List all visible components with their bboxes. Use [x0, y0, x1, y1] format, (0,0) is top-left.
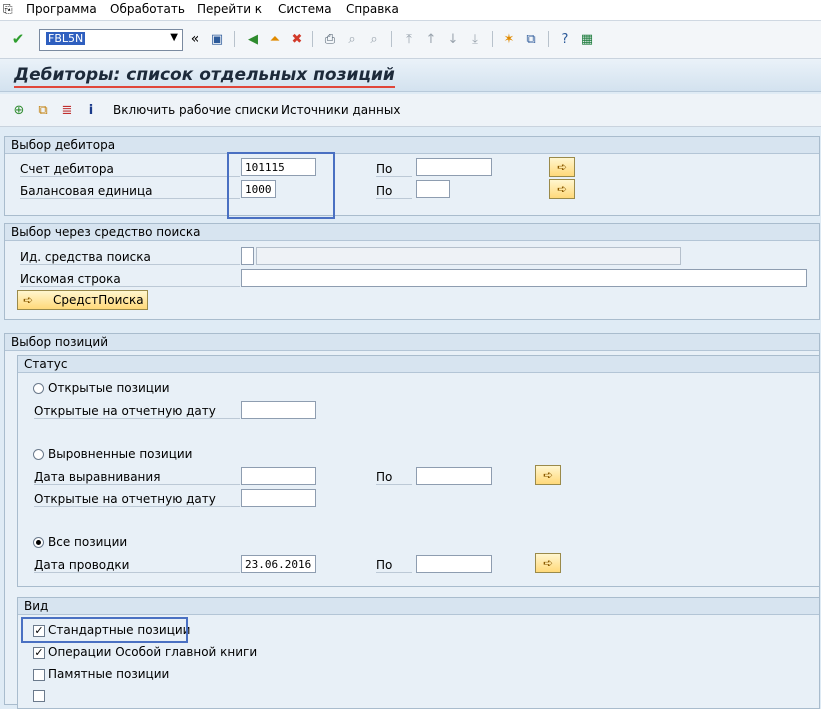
all-items-label: Все позиции [48, 535, 128, 549]
noted-items-label: Памятные позиции [48, 667, 170, 681]
to-label: По [376, 162, 412, 177]
group-header: Выбор позиций [5, 334, 819, 351]
enter-check-icon[interactable]: ✔ [9, 30, 27, 48]
search-help-button[interactable]: ➪ СредстПоиска [17, 290, 148, 310]
multiple-selection-button[interactable]: ➪ [535, 553, 561, 573]
help-icon[interactable]: ? [556, 30, 574, 48]
clearing-date-input[interactable] [241, 467, 316, 485]
multiple-selection-button[interactable]: ➪ [535, 465, 561, 485]
parked-items-checkbox[interactable] [33, 690, 45, 702]
save-icon[interactable]: ▣ [208, 30, 226, 48]
noted-items-checkbox[interactable] [33, 669, 45, 681]
selection-options-icon[interactable]: ≣ [58, 101, 76, 119]
group-header: Выбор через средство поиска [5, 224, 819, 241]
open-at-key-date-label: Открытые на отчетную дату [34, 404, 240, 419]
group-header: Выбор дебитора [5, 137, 819, 154]
system-menu-icon[interactable]: ⎘ [3, 2, 13, 17]
cleared-items-radio[interactable] [33, 449, 44, 460]
clearing-date-label: Дата выравнивания [34, 470, 240, 485]
command-field[interactable]: FBL5N ▼ [39, 29, 183, 51]
layout-menu-icon[interactable]: ▦ [578, 30, 596, 48]
print-icon[interactable]: ⎙ [321, 30, 339, 48]
previous-page-icon[interactable]: ↑ [422, 30, 440, 48]
company-code-label: Балансовая единица [20, 184, 240, 199]
menu-program[interactable]: Программа [26, 2, 97, 16]
toolbar-separator [234, 31, 235, 47]
toolbar-separator [548, 31, 549, 47]
back-icon[interactable]: ◀ [244, 30, 262, 48]
next-page-icon[interactable]: ↓ [444, 30, 462, 48]
to-label: По [376, 558, 412, 573]
all-items-radio[interactable] [33, 537, 44, 548]
group-header: Статус [18, 356, 819, 373]
chevron-down-icon[interactable]: ▼ [170, 32, 178, 43]
to-label: По [376, 184, 412, 199]
special-gl-label: Операции Особой главной книги [48, 645, 258, 659]
variants-icon[interactable]: ⧉ [34, 101, 52, 119]
posting-date-label: Дата проводки [34, 558, 240, 573]
open-items-radio[interactable] [33, 383, 44, 394]
toolbar-separator [391, 31, 392, 47]
toolbar-separator [492, 31, 493, 47]
last-page-icon[interactable]: ⤓ [466, 30, 484, 48]
search-string-label: Искомая строка [20, 272, 240, 287]
clearing-date-to-input[interactable] [416, 467, 492, 485]
posting-date-input[interactable]: 23.06.2016 [241, 555, 316, 573]
cancel-icon[interactable]: ✖ [288, 30, 306, 48]
menu-system[interactable]: Система [278, 2, 332, 16]
search-help-id-label: Ид. средства поиска [20, 250, 240, 265]
open-at-key-date-label: Открытые на отчетную дату [34, 492, 240, 507]
open-at-key-date-input[interactable] [241, 401, 316, 419]
highlight-frame [21, 617, 188, 643]
collapse-arrows-icon[interactable]: « [186, 30, 204, 48]
company-code-to-input[interactable] [416, 180, 450, 198]
search-string-input[interactable] [241, 269, 807, 287]
info-icon[interactable]: i [82, 101, 100, 119]
shortcut-icon[interactable]: ⧉ [522, 30, 540, 48]
group-header: Вид [18, 598, 819, 615]
open-at-key-date-input-2[interactable] [241, 489, 316, 507]
menu-help[interactable]: Справка [346, 2, 399, 16]
title-bar: Дебиторы: список отдельных позиций [0, 59, 821, 92]
menu-goto[interactable]: Перейти к [197, 2, 262, 16]
toolbar-separator [312, 31, 313, 47]
find-next-icon[interactable]: ⌕ [365, 30, 383, 48]
application-toolbar: ⊕ ⧉ ≣ i Включить рабочие списки Источник… [0, 94, 821, 127]
first-page-icon[interactable]: ⤒ [400, 30, 418, 48]
posting-date-to-input[interactable] [416, 555, 492, 573]
enable-worklists-button[interactable]: Включить рабочие списки [113, 103, 279, 117]
highlight-frame [227, 152, 335, 219]
to-label: По [376, 470, 412, 485]
search-help-button-label: СредстПоиска [53, 293, 144, 307]
find-icon[interactable]: ⌕ [343, 30, 361, 48]
customer-account-to-input[interactable] [416, 158, 492, 176]
data-sources-button[interactable]: Источники данных [281, 103, 400, 117]
customer-account-label: Счет дебитора [20, 162, 240, 177]
page-title: Дебиторы: список отдельных позиций [14, 66, 395, 88]
special-gl-checkbox[interactable]: ✓ [33, 647, 45, 659]
menu-edit[interactable]: Обработать [110, 2, 185, 16]
execute-icon[interactable]: ⊕ [10, 101, 28, 119]
arrow-right-icon: ➪ [23, 293, 34, 307]
multiple-selection-button[interactable]: ➪ [549, 179, 575, 199]
menu-bar: ⎘ Программа Обработать Перейти к Система… [0, 0, 821, 21]
command-field-value: FBL5N [46, 32, 86, 45]
search-help-description [256, 247, 681, 265]
exit-icon[interactable]: ⏶ [266, 30, 284, 48]
cleared-items-label: Выровненные позиции [48, 447, 193, 461]
search-help-id-input[interactable] [241, 247, 254, 265]
new-session-icon[interactable]: ✶ [500, 30, 518, 48]
multiple-selection-button[interactable]: ➪ [549, 157, 575, 177]
open-items-label: Открытые позиции [48, 381, 170, 395]
